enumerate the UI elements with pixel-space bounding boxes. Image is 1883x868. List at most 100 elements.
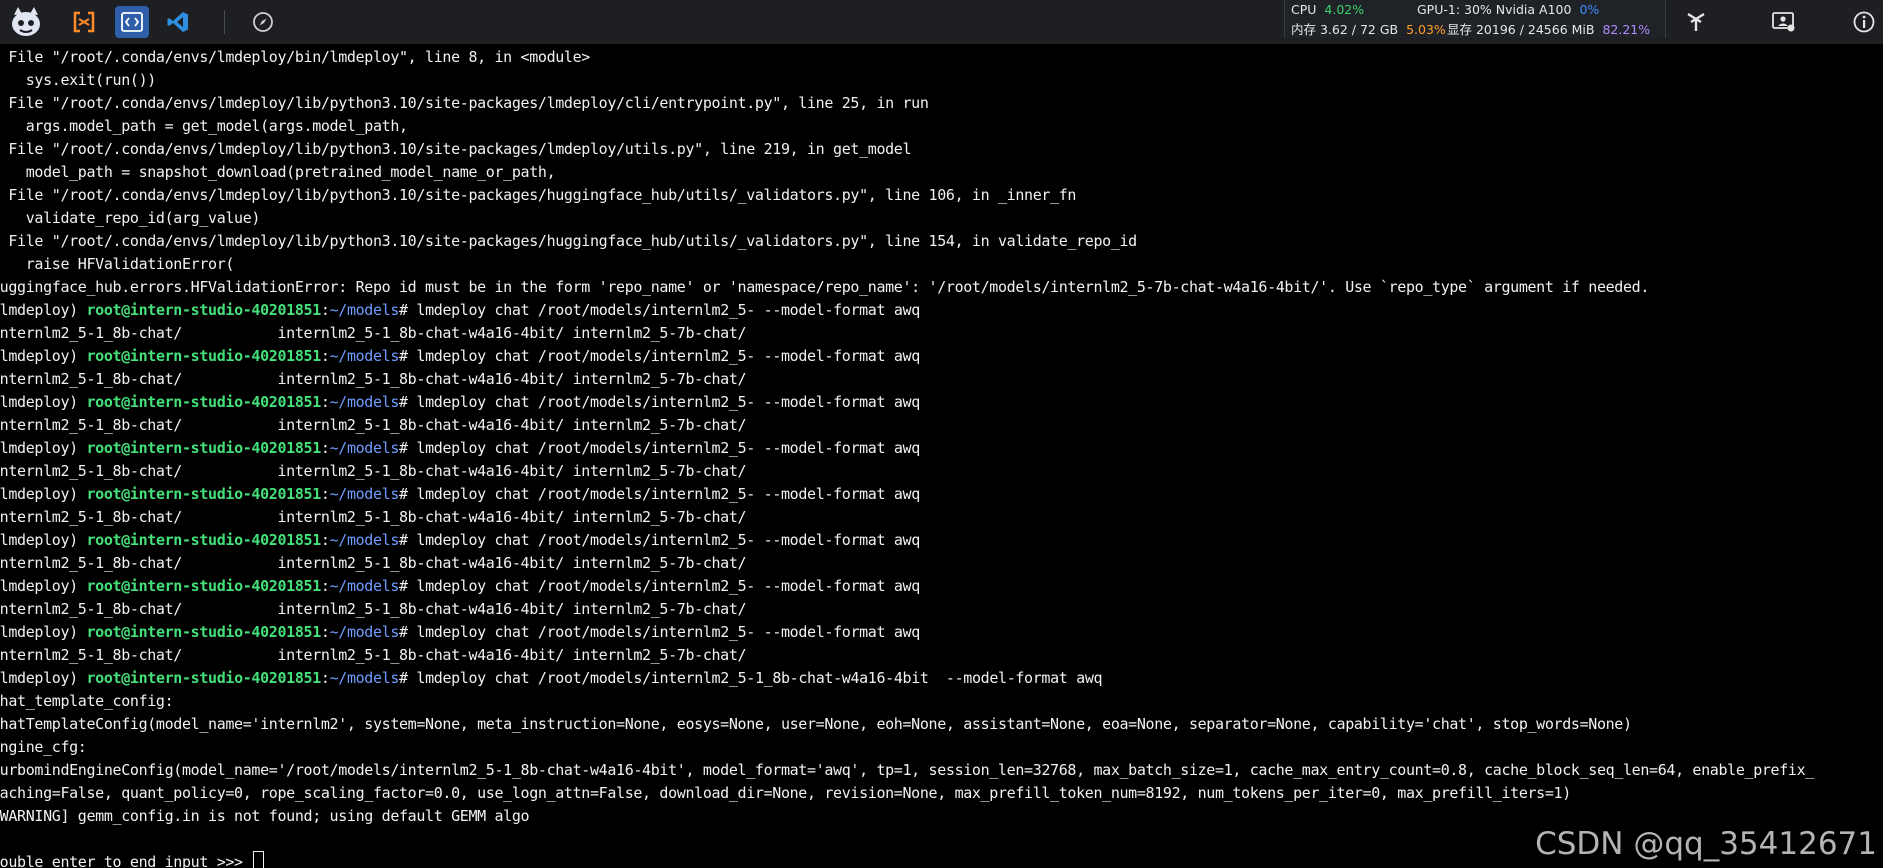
- prompt-path: ~/models: [329, 347, 400, 365]
- mascot-icon[interactable]: [8, 4, 44, 40]
- prompt-line: (lmdeploy) root@intern-studio-40201851:~…: [0, 391, 920, 414]
- prompt-env: (lmdeploy): [0, 485, 87, 503]
- output-text: raise HFValidationError(: [0, 255, 235, 273]
- gpu-label: GPU-1: 30% Nvidia A100: [1417, 2, 1572, 17]
- output-text: File "/root/.conda/envs/lmdeploy/lib/pyt…: [0, 140, 912, 158]
- output-text: huggingface_hub.errors.HFValidationError…: [0, 278, 1650, 296]
- output-text: internlm2_5-1_8b-chat/ internlm2_5-1_8b-…: [0, 370, 747, 388]
- fork-icon[interactable]: [1678, 4, 1714, 40]
- output-line: caching=False, quant_policy=0, rope_scal…: [0, 782, 1571, 805]
- terminal-output[interactable]: File "/root/.conda/envs/lmdeploy/bin/lmd…: [0, 44, 1883, 868]
- prompt-path: ~/models: [329, 623, 400, 641]
- output-line: [WARNING] gemm_config.in is not found; u…: [0, 805, 530, 828]
- cpu-value: 4.02%: [1324, 2, 1365, 17]
- user-card-icon[interactable]: [1766, 4, 1802, 40]
- output-line: internlm2_5-1_8b-chat/ internlm2_5-1_8b-…: [0, 414, 747, 437]
- prompt-env: (lmdeploy): [0, 393, 87, 411]
- prompt-hash: #: [399, 439, 417, 457]
- output-text: [WARNING] gemm_config.in is not found; u…: [0, 807, 530, 825]
- prompt-userhost: root@intern-studio-40201851: [86, 393, 322, 411]
- prompt-colon: :: [320, 393, 330, 411]
- code-editor-icon[interactable]: [115, 6, 149, 38]
- output-line: File "/root/.conda/envs/lmdeploy/lib/pyt…: [0, 230, 1137, 253]
- output-text: File "/root/.conda/envs/lmdeploy/lib/pyt…: [0, 232, 1137, 250]
- prompt-colon: :: [320, 623, 330, 641]
- output-text: internlm2_5-1_8b-chat/ internlm2_5-1_8b-…: [0, 462, 747, 480]
- command-text: lmdeploy chat /root/models/internlm2_5- …: [416, 393, 920, 411]
- output-text: caching=False, quant_policy=0, rope_scal…: [0, 784, 1571, 802]
- output-line: internlm2_5-1_8b-chat/ internlm2_5-1_8b-…: [0, 644, 747, 667]
- prompt-path: ~/models: [329, 577, 400, 595]
- info-icon[interactable]: [1846, 4, 1882, 40]
- vram-stat: 显存 20196 / 24566 MiB 82.21%: [1447, 19, 1654, 38]
- prompt-line: (lmdeploy) root@intern-studio-40201851:~…: [0, 621, 920, 644]
- output-text: double enter to end input >>>: [0, 853, 252, 868]
- prompt-userhost: root@intern-studio-40201851: [86, 485, 322, 503]
- toolbar-divider: [224, 10, 225, 34]
- prompt-hash: #: [399, 393, 417, 411]
- prompt-line: (lmdeploy) root@intern-studio-40201851:~…: [0, 529, 920, 552]
- command-text: lmdeploy chat /root/models/internlm2_5- …: [416, 531, 920, 549]
- output-text: validate_repo_id(arg_value): [0, 209, 261, 227]
- output-text: File "/root/.conda/envs/lmdeploy/lib/pyt…: [0, 94, 929, 112]
- output-line: double enter to end input >>>: [0, 851, 265, 868]
- output-line: sys.exit(run()): [0, 69, 157, 92]
- cpu-stat: CPU 4.02%: [1291, 2, 1368, 17]
- output-line: internlm2_5-1_8b-chat/ internlm2_5-1_8b-…: [0, 460, 747, 483]
- command-text: lmdeploy chat /root/models/internlm2_5- …: [416, 577, 920, 595]
- prompt-env: (lmdeploy): [0, 623, 87, 641]
- vram-value: 82.21%: [1602, 22, 1651, 37]
- prompt-hash: #: [399, 531, 417, 549]
- prompt-hash: #: [399, 347, 417, 365]
- output-text: sys.exit(run()): [0, 71, 157, 89]
- prompt-userhost: root@intern-studio-40201851: [86, 669, 322, 687]
- prompt-path: ~/models: [329, 301, 400, 319]
- gpu-stat: GPU-1: 30% Nvidia A100 0%: [1417, 2, 1603, 17]
- output-line: model_path = snapshot_download(pretraine…: [0, 161, 556, 184]
- prompt-colon: :: [320, 531, 330, 549]
- prompt-line: (lmdeploy) root@intern-studio-40201851:~…: [0, 299, 920, 322]
- command-text: lmdeploy chat /root/models/internlm2_5- …: [416, 439, 920, 457]
- output-text: engine_cfg:: [0, 738, 87, 756]
- prompt-colon: :: [320, 301, 330, 319]
- prompt-path: ~/models: [329, 393, 400, 411]
- command-text: lmdeploy chat /root/models/internlm2_5- …: [416, 301, 920, 319]
- output-line: internlm2_5-1_8b-chat/ internlm2_5-1_8b-…: [0, 322, 747, 345]
- prompt-path: ~/models: [329, 669, 400, 687]
- command-text: lmdeploy chat /root/models/internlm2_5- …: [416, 623, 920, 641]
- command-text: lmdeploy chat /root/models/internlm2_5- …: [416, 347, 920, 365]
- bracket-icon[interactable]: [66, 4, 102, 40]
- output-line: engine_cfg:: [0, 736, 87, 759]
- cpu-label: CPU: [1291, 2, 1317, 17]
- output-line: TurbomindEngineConfig(model_name='/root/…: [0, 759, 1814, 782]
- prompt-colon: :: [320, 347, 330, 365]
- output-line: internlm2_5-1_8b-chat/ internlm2_5-1_8b-…: [0, 552, 747, 575]
- output-line: File "/root/.conda/envs/lmdeploy/lib/pyt…: [0, 138, 911, 161]
- output-text: internlm2_5-1_8b-chat/ internlm2_5-1_8b-…: [0, 600, 747, 618]
- prompt-path: ~/models: [329, 439, 400, 457]
- output-text: File "/root/.conda/envs/lmdeploy/lib/pyt…: [0, 186, 1077, 204]
- prompt-line: (lmdeploy) root@intern-studio-40201851:~…: [0, 483, 920, 506]
- command-text: lmdeploy chat /root/models/internlm2_5- …: [416, 485, 920, 503]
- output-text: internlm2_5-1_8b-chat/ internlm2_5-1_8b-…: [0, 646, 747, 664]
- prompt-line: (lmdeploy) root@intern-studio-40201851:~…: [0, 345, 920, 368]
- output-line: internlm2_5-1_8b-chat/ internlm2_5-1_8b-…: [0, 506, 747, 529]
- prompt-userhost: root@intern-studio-40201851: [86, 531, 322, 549]
- prompt-userhost: root@intern-studio-40201851: [86, 301, 322, 319]
- prompt-hash: #: [399, 301, 417, 319]
- prompt-colon: :: [320, 669, 330, 687]
- output-text: File "/root/.conda/envs/lmdeploy/bin/lmd…: [0, 48, 590, 66]
- output-text: chat_template_config:: [0, 692, 174, 710]
- prompt-env: (lmdeploy): [0, 347, 87, 365]
- prompt-userhost: root@intern-studio-40201851: [86, 577, 322, 595]
- compass-icon[interactable]: [245, 4, 281, 40]
- vscode-icon[interactable]: [160, 4, 196, 40]
- text-cursor[interactable]: [253, 851, 265, 868]
- output-text: internlm2_5-1_8b-chat/ internlm2_5-1_8b-…: [0, 324, 747, 342]
- output-line: raise HFValidationError(: [0, 253, 235, 276]
- output-text: internlm2_5-1_8b-chat/ internlm2_5-1_8b-…: [0, 508, 747, 526]
- memory-value: 5.03%: [1406, 22, 1446, 37]
- output-line: File "/root/.conda/envs/lmdeploy/bin/lmd…: [0, 46, 590, 69]
- prompt-userhost: root@intern-studio-40201851: [86, 439, 322, 457]
- prompt-colon: :: [320, 485, 330, 503]
